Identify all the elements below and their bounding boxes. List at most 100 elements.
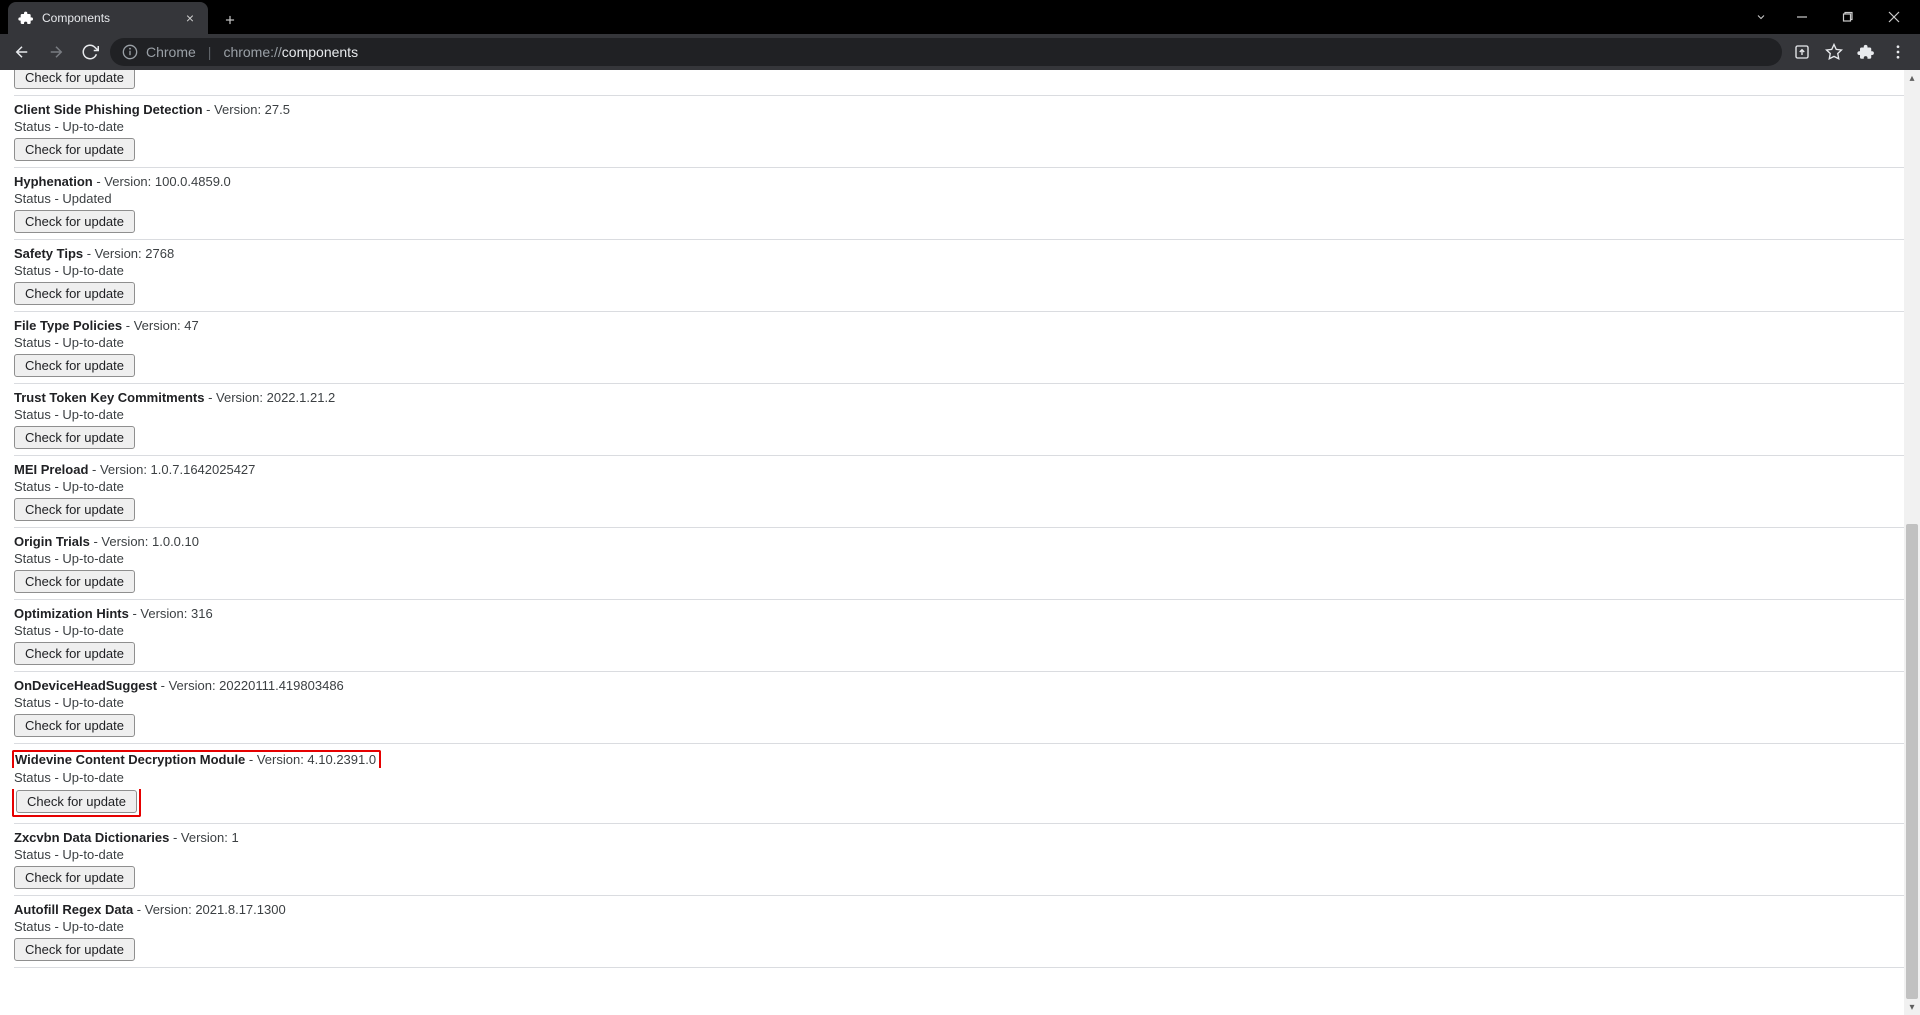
- component-item: Widevine Content Decryption Module - Ver…: [14, 744, 1904, 824]
- check-update-button[interactable]: Check for update: [14, 282, 135, 305]
- toolbar: Chrome | chrome://components: [0, 34, 1920, 70]
- component-version: - Version: 100.0.4859.0: [93, 174, 231, 189]
- page-viewport: - Version: Status - Check for update Clie…: [0, 70, 1920, 1015]
- maximize-button[interactable]: [1826, 2, 1870, 32]
- component-version: - Version: 27.5: [203, 102, 290, 117]
- component-name: Zxcvbn Data Dictionaries: [14, 830, 169, 845]
- component-header: Trust Token Key Commitments - Version: 2…: [14, 390, 1904, 405]
- url-separator: |: [204, 44, 216, 60]
- check-update-button[interactable]: Check for update: [14, 642, 135, 665]
- share-button[interactable]: [1788, 38, 1816, 66]
- site-info-icon[interactable]: [122, 44, 138, 60]
- vertical-scrollbar[interactable]: ▴ ▾: [1904, 70, 1920, 1015]
- component-header: Hyphenation - Version: 100.0.4859.0: [14, 174, 1904, 189]
- check-update-button[interactable]: Check for update: [14, 210, 135, 233]
- component-status: Status - Up-to-date: [14, 407, 1904, 422]
- component-name: Autofill Regex Data: [14, 902, 133, 917]
- check-update-button[interactable]: Check for update: [14, 138, 135, 161]
- component-name: File Type Policies: [14, 318, 122, 333]
- component-status: Status - Up-to-date: [14, 479, 1904, 494]
- close-tab-button[interactable]: ×: [182, 10, 198, 26]
- component-status: Status - Up-to-date: [14, 770, 1904, 785]
- component-status: Status - Up-to-date: [14, 119, 1904, 134]
- component-version: - Version: 1.0.7.1642025427: [88, 462, 255, 477]
- check-update-button[interactable]: Check for update: [14, 70, 135, 89]
- minimize-button[interactable]: [1780, 2, 1824, 32]
- check-update-button[interactable]: Check for update: [14, 570, 135, 593]
- check-update-button[interactable]: Check for update: [14, 426, 135, 449]
- check-update-button[interactable]: Check for update: [14, 354, 135, 377]
- component-version: - Version: 1.0.0.10: [90, 534, 199, 549]
- component-name: Origin Trials: [14, 534, 90, 549]
- component-name: Trust Token Key Commitments: [14, 390, 204, 405]
- new-tab-button[interactable]: [216, 6, 244, 34]
- tab-search-button[interactable]: [1744, 2, 1778, 32]
- check-update-button[interactable]: Check for update: [14, 866, 135, 889]
- component-item: - Version: Status - Check for update: [14, 70, 1904, 96]
- toolbar-right: [1788, 38, 1912, 66]
- component-version: - Version: 2021.8.17.1300: [133, 902, 286, 917]
- component-item: Autofill Regex Data - Version: 2021.8.17…: [14, 896, 1904, 968]
- bookmark-button[interactable]: [1820, 38, 1848, 66]
- component-item: Hyphenation - Version: 100.0.4859.0 Statu…: [14, 168, 1904, 240]
- check-update-button[interactable]: Check for update: [14, 498, 135, 521]
- menu-button[interactable]: [1884, 38, 1912, 66]
- component-status: Status - Up-to-date: [14, 623, 1904, 638]
- highlight-box: Widevine Content Decryption Module - Ver…: [12, 750, 381, 768]
- scroll-down-arrow[interactable]: ▾: [1904, 999, 1920, 1015]
- page-scroll-area[interactable]: - Version: Status - Check for update Clie…: [0, 70, 1904, 1015]
- component-header: Client Side Phishing Detection - Version…: [14, 102, 1904, 117]
- window-controls: [1744, 0, 1920, 34]
- close-window-button[interactable]: [1872, 2, 1916, 32]
- url-host: Chrome: [146, 44, 196, 60]
- component-status: Status - Up-to-date: [14, 919, 1904, 934]
- component-item: Zxcvbn Data Dictionaries - Version: 1 Sta…: [14, 824, 1904, 896]
- component-item: Optimization Hints - Version: 316 Status …: [14, 600, 1904, 672]
- component-item: File Type Policies - Version: 47 Status -…: [14, 312, 1904, 384]
- component-version: - Version: 316: [129, 606, 213, 621]
- titlebar: Components ×: [0, 0, 1920, 34]
- component-header: OnDeviceHeadSuggest - Version: 20220111.…: [14, 678, 1904, 693]
- scroll-up-arrow[interactable]: ▴: [1904, 70, 1920, 86]
- component-item: Origin Trials - Version: 1.0.0.10 Status …: [14, 528, 1904, 600]
- component-header: Safety Tips - Version: 2768: [14, 246, 1904, 261]
- component-version: - Version: 1: [169, 830, 238, 845]
- component-item: Trust Token Key Commitments - Version: 2…: [14, 384, 1904, 456]
- component-header: Autofill Regex Data - Version: 2021.8.17…: [14, 902, 1904, 917]
- component-version: - Version: 47: [122, 318, 199, 333]
- check-update-button[interactable]: Check for update: [16, 790, 137, 813]
- component-item: MEI Preload - Version: 1.0.7.1642025427 S…: [14, 456, 1904, 528]
- tab-title: Components: [42, 11, 174, 25]
- scrollbar-thumb[interactable]: [1906, 524, 1918, 999]
- forward-button[interactable]: [42, 38, 70, 66]
- component-name: Client Side Phishing Detection: [14, 102, 203, 117]
- component-header: Widevine Content Decryption Module - Ver…: [14, 750, 1904, 768]
- highlight-box: Check for update: [12, 789, 141, 817]
- component-status: Status - Up-to-date: [14, 263, 1904, 278]
- reload-button[interactable]: [76, 38, 104, 66]
- tabs-area: Components ×: [0, 0, 244, 34]
- component-header: MEI Preload - Version: 1.0.7.1642025427: [14, 462, 1904, 477]
- component-header: File Type Policies - Version: 47: [14, 318, 1904, 333]
- component-version: - Version: 2768: [83, 246, 174, 261]
- browser-tab[interactable]: Components ×: [8, 2, 208, 34]
- extensions-button[interactable]: [1852, 38, 1880, 66]
- component-item: Client Side Phishing Detection - Version…: [14, 96, 1904, 168]
- component-status: Status - Up-to-date: [14, 847, 1904, 862]
- address-bar[interactable]: Chrome | chrome://components: [110, 38, 1782, 66]
- component-name: Safety Tips: [14, 246, 83, 261]
- component-name: MEI Preload: [14, 462, 88, 477]
- component-header: Optimization Hints - Version: 316: [14, 606, 1904, 621]
- extension-icon: [18, 10, 34, 26]
- component-header: Origin Trials - Version: 1.0.0.10: [14, 534, 1904, 549]
- check-update-button[interactable]: Check for update: [14, 938, 135, 961]
- component-status: Status - Up-to-date: [14, 695, 1904, 710]
- check-update-button[interactable]: Check for update: [14, 714, 135, 737]
- component-status: Status - Updated: [14, 191, 1904, 206]
- component-status: Status - Up-to-date: [14, 551, 1904, 566]
- component-status: Status - Up-to-date: [14, 335, 1904, 350]
- component-version: - Version: 2022.1.21.2: [204, 390, 335, 405]
- back-button[interactable]: [8, 38, 36, 66]
- component-name: Hyphenation: [14, 174, 93, 189]
- scrollbar-track[interactable]: [1904, 86, 1920, 999]
